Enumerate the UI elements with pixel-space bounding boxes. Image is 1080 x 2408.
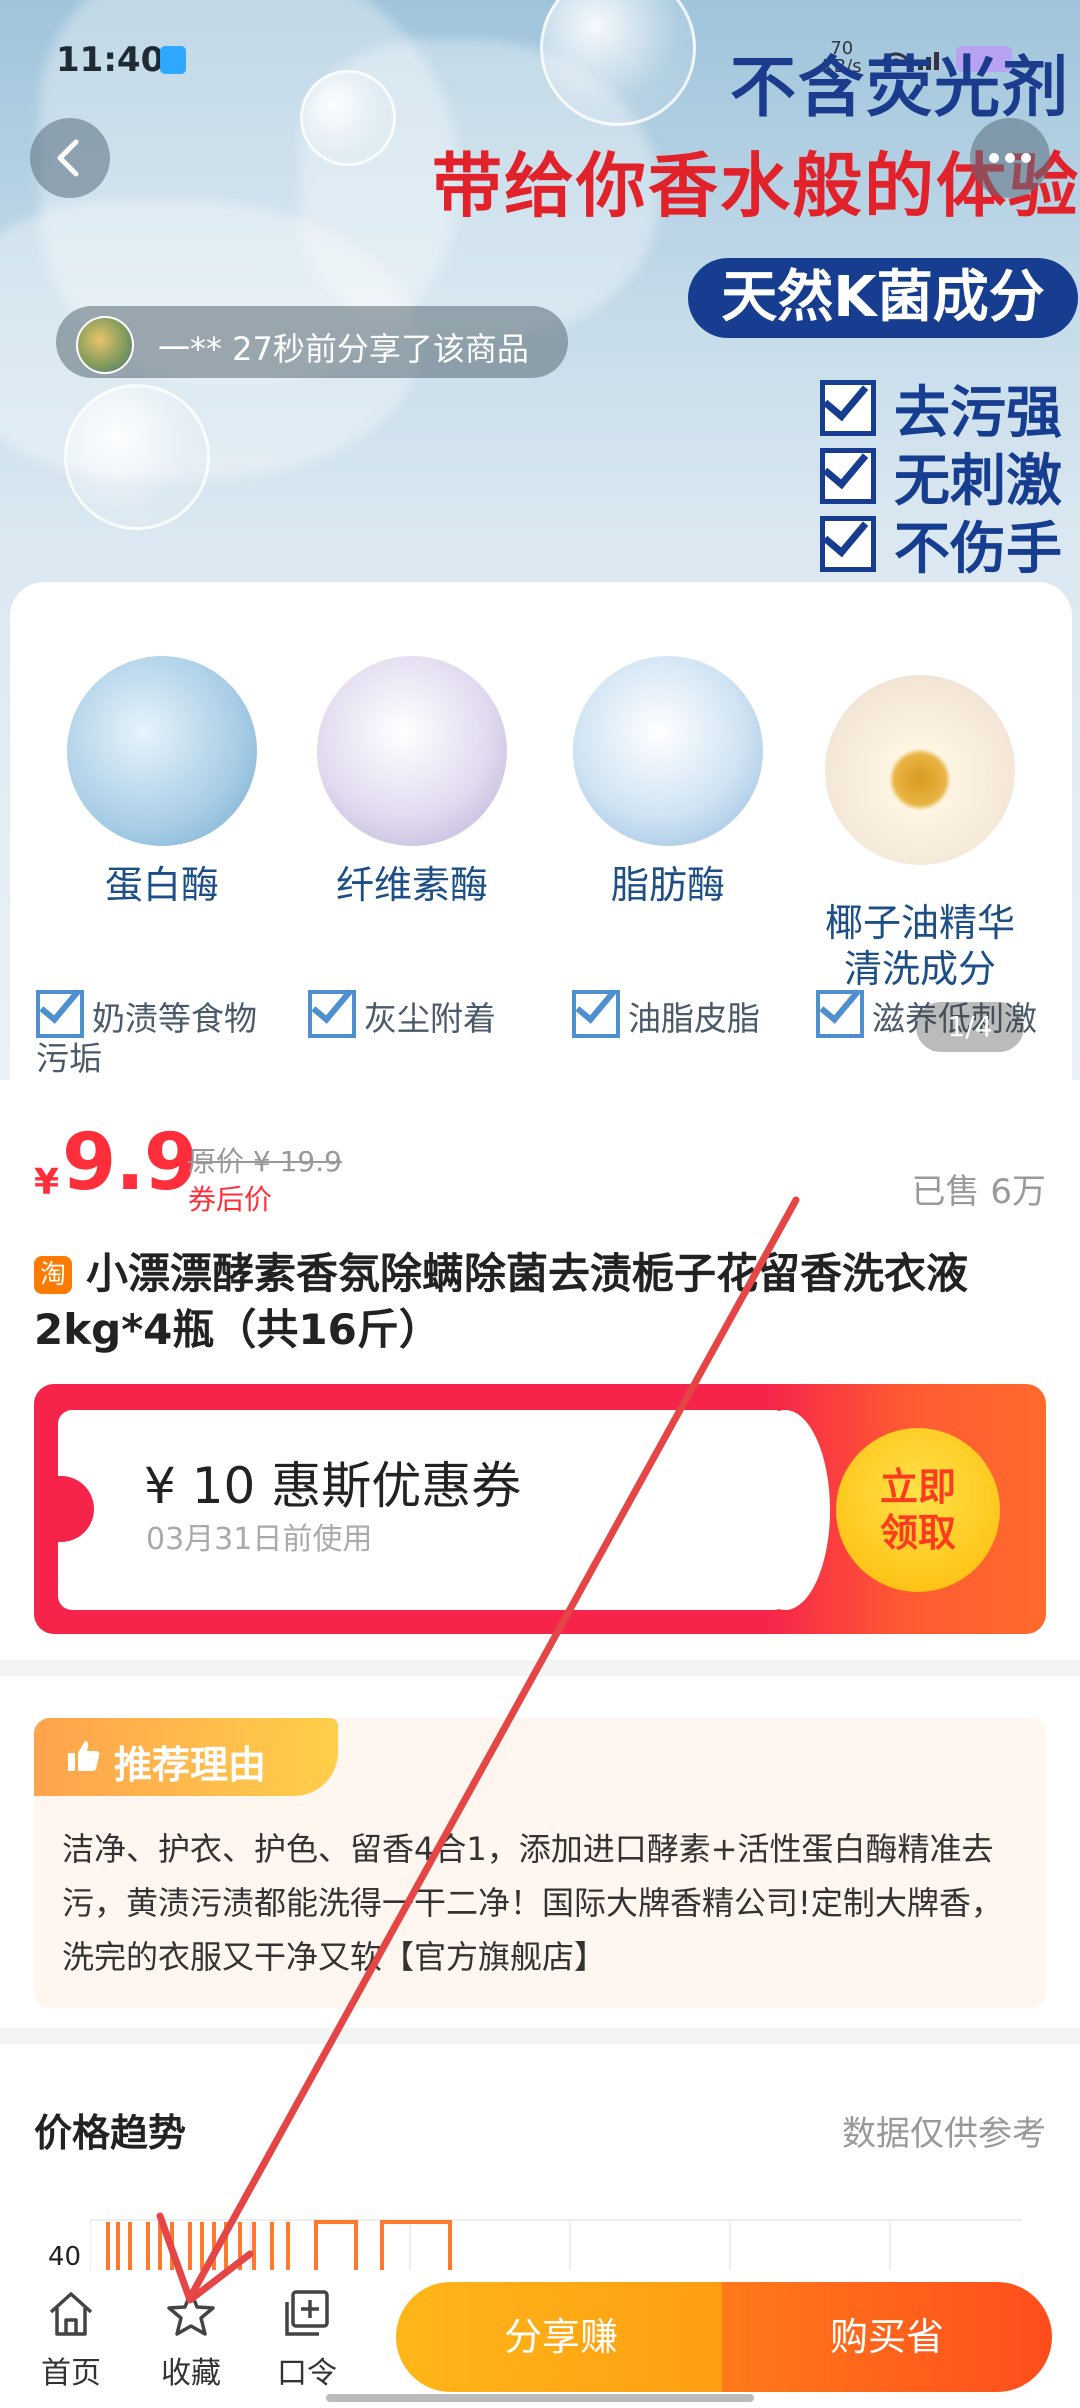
ingredient-name: 椰子油精华 清洗成分 bbox=[824, 901, 1015, 991]
share-earn-button[interactable]: 分享赚 bbox=[396, 2282, 726, 2392]
price-trend-note: 数据仅供参考 bbox=[842, 2114, 1046, 2154]
benefit-label: 油脂皮脂 bbox=[628, 999, 760, 1038]
home-icon bbox=[49, 2292, 93, 2336]
bubble-decoration bbox=[300, 70, 396, 166]
home-indicator bbox=[326, 2394, 754, 2402]
benefit-label: 灰尘附着 bbox=[364, 999, 496, 1038]
notification-icon bbox=[160, 46, 186, 74]
recommend-text: 洁净、护衣、护色、留香4合1，添加进口酵素+活性蛋白酶精准去污，黄渍污渍都能洗得… bbox=[62, 1830, 1003, 1976]
checkbox-icon bbox=[816, 990, 864, 1038]
chart-axis-label: 40 bbox=[48, 2242, 82, 2272]
nav-favorite-label: 收藏 bbox=[161, 2356, 221, 2391]
checkbox-icon bbox=[36, 990, 84, 1038]
hero-headline: 不含荧光剂 bbox=[730, 49, 1070, 126]
oil-drop-icon bbox=[825, 675, 1015, 865]
bubble-decoration bbox=[64, 384, 210, 530]
coupon-notch bbox=[740, 1410, 830, 1610]
more-button[interactable] bbox=[970, 118, 1050, 198]
nav-home-label: 首页 bbox=[41, 2356, 101, 2391]
hero-tag: 天然K菌成分 bbox=[688, 258, 1078, 338]
back-button[interactable] bbox=[30, 118, 110, 198]
nav-favorite[interactable]: 收藏 bbox=[146, 2286, 236, 2392]
ingredient-item: 椰子油精华 清洗成分 bbox=[800, 656, 1040, 1011]
checkbox-icon bbox=[820, 380, 876, 436]
share-notice-text: 一** 27秒前分享了该商品 bbox=[158, 330, 529, 368]
add-square-icon bbox=[285, 2290, 329, 2336]
checkbox-icon bbox=[572, 990, 620, 1038]
ingredient-item: 蛋白酶 bbox=[62, 656, 262, 908]
chevron-left-icon bbox=[57, 139, 79, 177]
product-title: 小漂漂酵素香氛除螨除菌去渍栀子花留香洗衣液2kg*4瓶（共16斤） bbox=[34, 1249, 969, 1354]
sphere-cluster-icon bbox=[573, 656, 763, 846]
checkbox-icon bbox=[308, 990, 356, 1038]
coupon-amount: ¥ 10 惠斯优惠券 bbox=[144, 1457, 522, 1515]
sold-count: 已售 6万 bbox=[911, 1172, 1046, 1212]
taobao-badge-icon: 淘 bbox=[34, 1256, 72, 1294]
checkbox-icon bbox=[820, 516, 876, 572]
ingredient-item: 纤维素酶 bbox=[312, 656, 512, 908]
price-currency: ¥ bbox=[34, 1162, 60, 1203]
status-time: 11:40 bbox=[56, 40, 165, 80]
ingredient-name: 蛋白酶 bbox=[104, 863, 219, 907]
more-dots-icon bbox=[989, 153, 1031, 163]
star-icon bbox=[167, 2290, 215, 2336]
claim-coupon-button[interactable]: 立即 领取 bbox=[836, 1428, 1000, 1592]
nav-command-label: 口令 bbox=[277, 2356, 337, 2391]
ingredient-name: 脂肪酶 bbox=[610, 863, 725, 907]
nav-command[interactable]: 口令 bbox=[262, 2286, 352, 2392]
ingredient-name: 纤维素酶 bbox=[335, 863, 488, 907]
recommend-title: 推荐理由 bbox=[114, 1743, 267, 1787]
coupon-price-label: 券后价 bbox=[188, 1183, 273, 1216]
benefit-item: 灰尘附着 bbox=[308, 990, 496, 1039]
ingredient-item: 脂肪酶 bbox=[568, 656, 768, 908]
avatar bbox=[76, 316, 134, 374]
hero-check-item: 不伤手 bbox=[820, 504, 1062, 585]
buy-save-button[interactable]: 购买省 bbox=[722, 2282, 1052, 2392]
price-trend-title: 价格趋势 bbox=[34, 2111, 187, 2155]
claim-coupon-label: 立即 领取 bbox=[879, 1465, 956, 1555]
hero-check-label: 不伤手 bbox=[894, 517, 1062, 582]
carousel-page-indicator: 1/4 bbox=[916, 1002, 1024, 1052]
molecule-icon bbox=[67, 656, 257, 846]
benefit-item: 油脂皮脂 bbox=[572, 990, 760, 1039]
thumbs-up-icon bbox=[68, 1741, 100, 1771]
coupon-expiry: 03月31日前使用 bbox=[146, 1522, 373, 1557]
original-price: 原价 ¥ 19.9 bbox=[188, 1145, 342, 1178]
benefit-item: 奶渍等食物 污垢 bbox=[36, 990, 257, 1079]
checkbox-icon bbox=[820, 448, 876, 504]
dna-icon bbox=[317, 656, 507, 846]
nav-home[interactable]: 首页 bbox=[26, 2286, 116, 2392]
coupon-price: 9.9 bbox=[62, 1118, 198, 1208]
